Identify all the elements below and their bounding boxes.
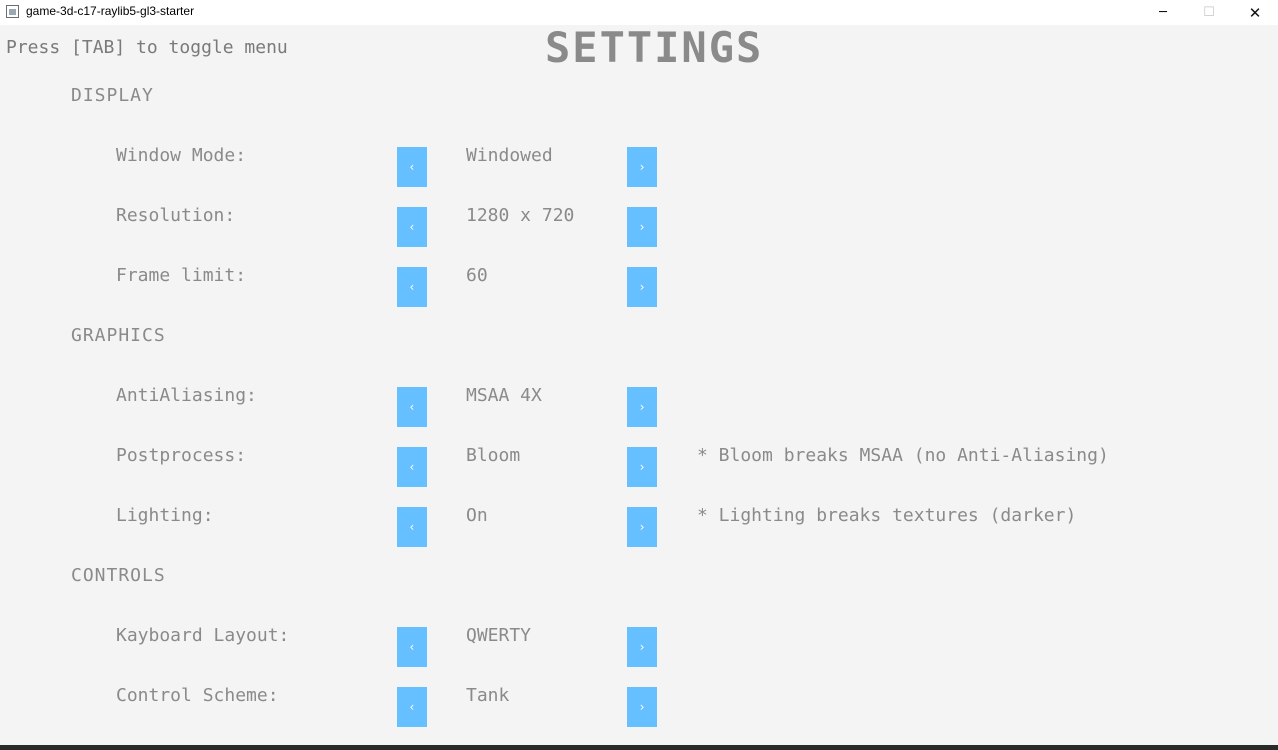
window-mode-next-button[interactable]: › (627, 147, 657, 187)
maximize-button[interactable]: ☐ (1186, 0, 1232, 25)
antialiasing-value: MSAA 4X (466, 385, 542, 406)
postprocess-warning-note: * Bloom breaks MSAA (no Anti-Aliasing) (697, 445, 1109, 466)
lighting-next-button[interactable]: › (627, 507, 657, 547)
frame-limit-prev-button[interactable]: ‹ (397, 267, 427, 307)
antialiasing-prev-button[interactable]: ‹ (397, 387, 427, 427)
toggle-menu-hint: Press [TAB] to toggle menu (6, 37, 288, 58)
window-titlebar: game-3d-c17-raylib5-gl3-starter ─ ☐ ✕ (0, 0, 1278, 25)
window-mode-value: Windowed (466, 145, 553, 166)
keyboard-layout-label: Kayboard Layout: (116, 625, 290, 646)
frame-limit-label: Frame limit: (116, 265, 247, 286)
close-button[interactable]: ✕ (1232, 0, 1278, 25)
postprocess-prev-button[interactable]: ‹ (397, 447, 427, 487)
postprocess-value: Bloom (466, 445, 521, 466)
frame-limit-next-button[interactable]: › (627, 267, 657, 307)
game-canvas: Press [TAB] to toggle menu SETTINGS DISP… (0, 23, 1278, 745)
resolution-prev-button[interactable]: ‹ (397, 207, 427, 247)
minimize-button[interactable]: ─ (1140, 0, 1186, 25)
keyboard-layout-next-button[interactable]: › (627, 627, 657, 667)
section-display-heading: DISPLAY (71, 85, 154, 106)
resolution-value: 1280 x 720 (466, 205, 575, 226)
keyboard-layout-prev-button[interactable]: ‹ (397, 627, 427, 667)
lighting-warning-note: * Lighting breaks textures (darker) (697, 505, 1077, 526)
section-graphics-heading: GRAPHICS (71, 325, 166, 346)
section-controls-heading: CONTROLS (71, 565, 166, 586)
control-scheme-label: Control Scheme: (116, 685, 279, 706)
console-output-strip (0, 745, 1278, 750)
window-title: game-3d-c17-raylib5-gl3-starter (26, 4, 195, 18)
resolution-next-button[interactable]: › (627, 207, 657, 247)
app-icon (6, 5, 19, 18)
postprocess-next-button[interactable]: › (627, 447, 657, 487)
lighting-prev-button[interactable]: ‹ (397, 507, 427, 547)
lighting-value: On (466, 505, 488, 526)
resolution-label: Resolution: (116, 205, 236, 226)
page-title: SETTINGS (545, 23, 764, 72)
frame-limit-value: 60 (466, 265, 488, 286)
keyboard-layout-value: QWERTY (466, 625, 532, 646)
antialiasing-next-button[interactable]: › (627, 387, 657, 427)
control-scheme-value: Tank (466, 685, 510, 706)
lighting-label: Lighting: (116, 505, 214, 526)
control-scheme-next-button[interactable]: › (627, 687, 657, 727)
window-mode-label: Window Mode: (116, 145, 247, 166)
antialiasing-label: AntiAliasing: (116, 385, 257, 406)
control-scheme-prev-button[interactable]: ‹ (397, 687, 427, 727)
window-mode-prev-button[interactable]: ‹ (397, 147, 427, 187)
postprocess-label: Postprocess: (116, 445, 247, 466)
